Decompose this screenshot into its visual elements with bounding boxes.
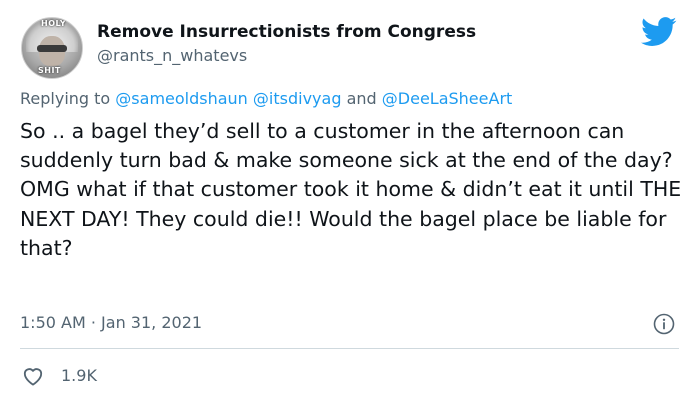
replying-to: Replying to @sameoldshaun @itsdivyag and…: [20, 89, 512, 108]
heart-icon[interactable]: [22, 366, 44, 386]
twitter-bird-icon[interactable]: [641, 17, 677, 47]
like-count[interactable]: 1.9K: [61, 366, 97, 385]
tweet-text: So .. a bagel they’d sell to a customer …: [20, 119, 682, 260]
avatar-text-bottom: SHIT: [38, 66, 61, 75]
tweet-time[interactable]: 1:50 AM: [20, 313, 86, 332]
timestamp-separator: ·: [90, 313, 96, 332]
tweet-timestamp[interactable]: 1:50 AM · Jan 31, 2021: [20, 313, 202, 332]
tweet-date[interactable]: Jan 31, 2021: [101, 313, 202, 332]
avatar[interactable]: HOLY SHIT: [21, 17, 83, 79]
replying-to-label: Replying to: [20, 89, 111, 108]
avatar-goggles: [37, 45, 67, 52]
mention-link[interactable]: @sameoldshaun: [115, 89, 248, 108]
info-icon[interactable]: [653, 313, 675, 335]
replying-to-conjunction: and: [346, 89, 377, 108]
mention-link[interactable]: @DeeLaSheeArt: [382, 89, 513, 108]
mention-link[interactable]: @itsdivyag: [253, 89, 342, 108]
divider: [20, 348, 679, 349]
author-handle[interactable]: @rants_n_whatevs: [97, 46, 247, 65]
author-display-name[interactable]: Remove Insurrectionists from Congress: [97, 22, 476, 42]
avatar-text-top: HOLY: [41, 19, 67, 28]
